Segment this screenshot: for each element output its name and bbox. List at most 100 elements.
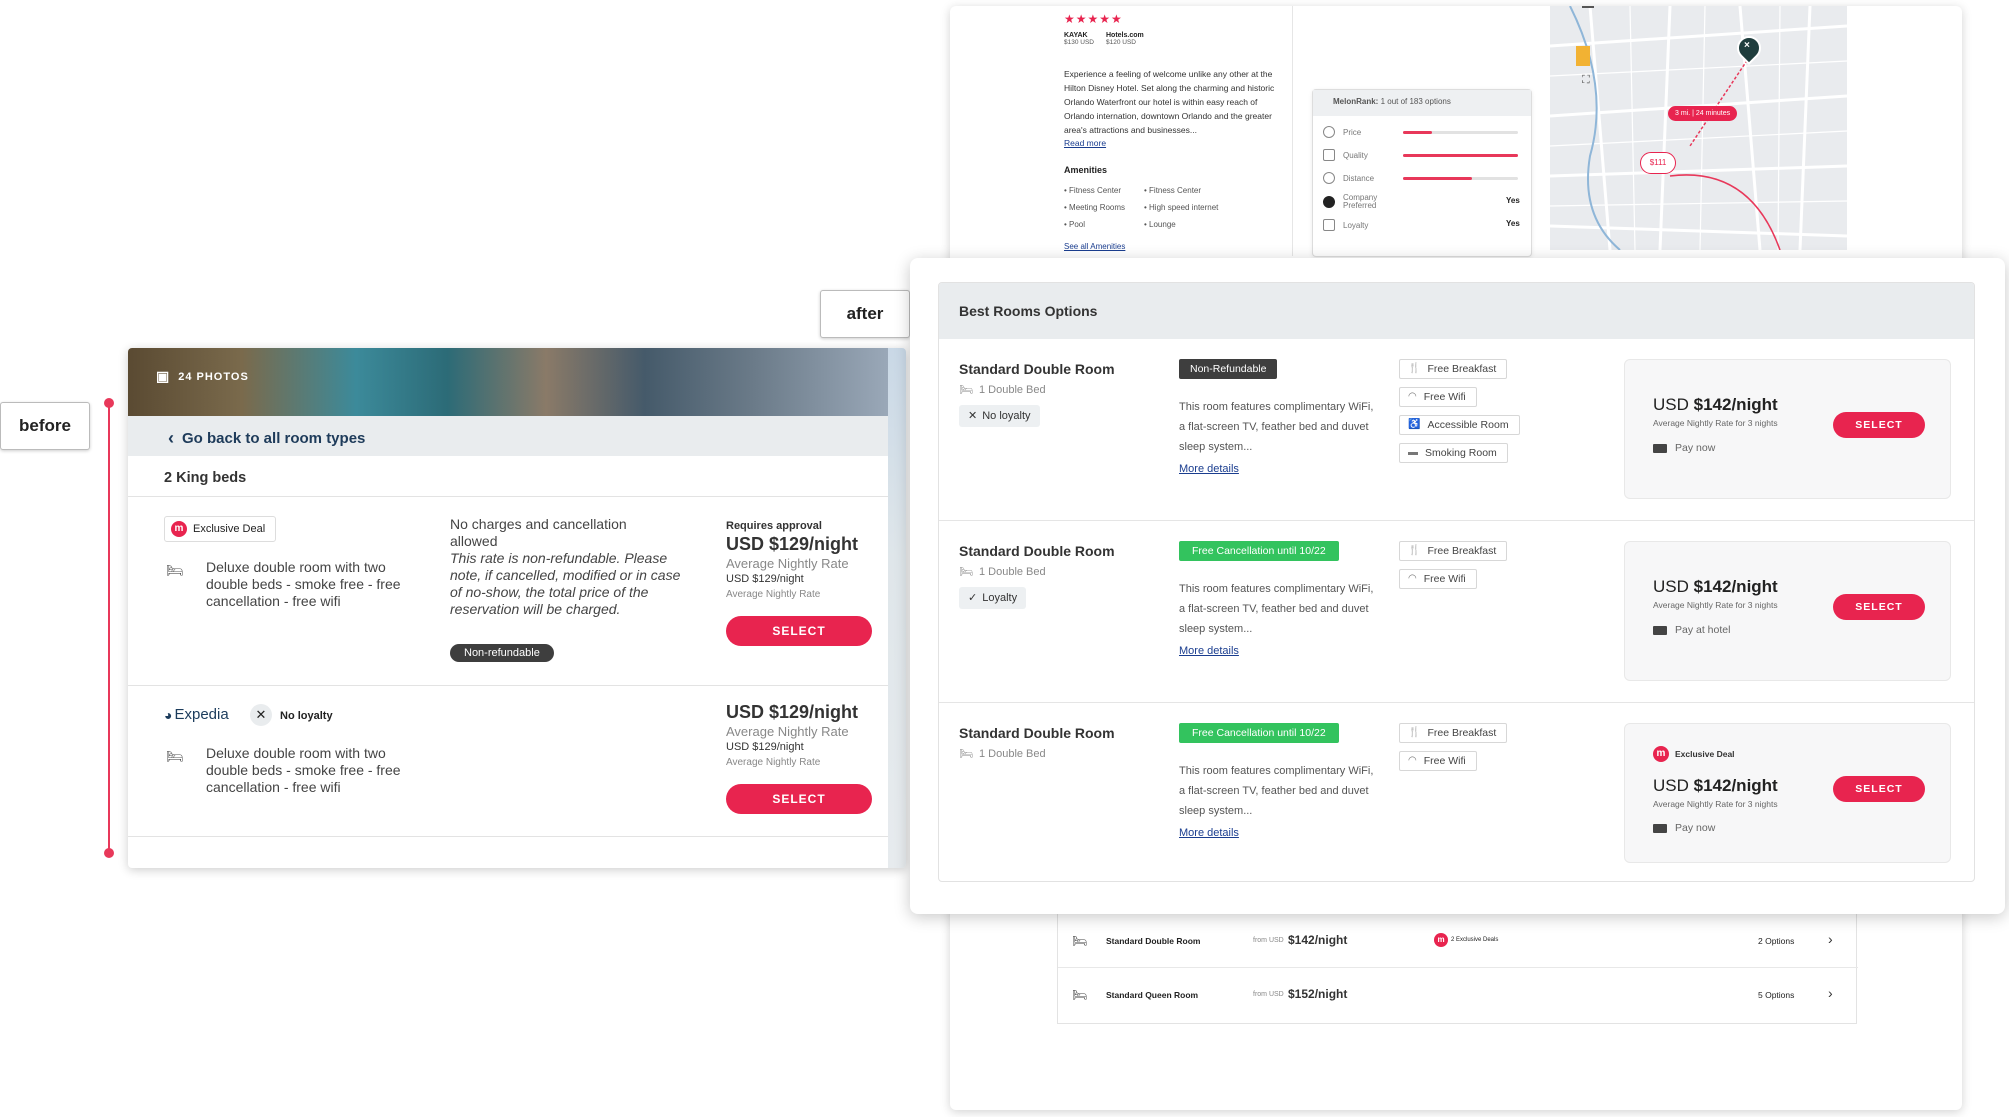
price-box: USD $142/night Average Nightly Rate for … (1624, 359, 1951, 499)
exclusive-deals-count: 2 Exclusive Deals (1451, 937, 1499, 943)
melon-logo-icon: m (1653, 746, 1669, 762)
exclusive-deal-badge: m Exclusive Deal (1653, 746, 1735, 762)
amenities-title: Amenities (1064, 165, 1108, 175)
from-label: from USD (1253, 937, 1284, 944)
price-source-kayak: KAYAK $130 USD (1064, 32, 1094, 46)
hotel-description: Experience a feeling of welcome unlike a… (1064, 69, 1275, 135)
fullscreen-icon[interactable]: ⛶ (1582, 74, 1590, 87)
loyalty-label: No loyalty (280, 710, 333, 722)
divider (128, 496, 888, 497)
melonrank-price-row: Price (1323, 126, 1361, 138)
room-type-row[interactable]: 🛏 Standard Double Room from USD $142/nig… (1058, 914, 1858, 968)
room-type-price: $142/night (1288, 933, 1348, 947)
bed-icon: 🛏 (1072, 934, 1088, 948)
map (888, 348, 906, 868)
select-button[interactable]: SELECT (1833, 594, 1925, 620)
bed-icon: 🛏 (959, 748, 973, 760)
room-option: Standard Double Room 🛏 1 Double Bed ✕ No l… (939, 339, 1974, 521)
payment-method: Pay at hotel (1653, 624, 1730, 636)
price-box: m Exclusive Deal USD $142/night Average N… (1624, 723, 1951, 863)
cancellation-policy-tag: Free Cancellation until 10/22 (1179, 541, 1339, 561)
section-title: 2 King beds (164, 470, 247, 486)
chevron-right-icon[interactable]: › (1828, 931, 1833, 947)
wifi-icon: ◠ (1408, 391, 1417, 402)
melon-logo-icon: m (1434, 933, 1448, 947)
bed-icon: 🛏 (166, 748, 184, 764)
price: USD $142/night (1653, 776, 1778, 795)
room-type-row[interactable]: 🛏 Standard Queen Room from USD $152/nigh… (1058, 968, 1858, 1022)
map[interactable]: ⛶ × 3 mi. | 24 minutes $111 (1550, 6, 1847, 250)
room-type-name: Standard Queen Room (1106, 990, 1199, 1000)
back-link[interactable]: ‹ Go back to all room types (168, 428, 365, 449)
melonrank-header: MelonRank: 1 out of 183 options (1313, 90, 1531, 116)
more-details-link[interactable]: More details (1179, 463, 1239, 475)
zoom-out-icon[interactable] (1582, 6, 1594, 8)
photos-count[interactable]: ▣ 24 PHOTOS (156, 368, 249, 385)
more-details-link[interactable]: More details (1179, 827, 1239, 839)
chevron-right-icon[interactable]: › (1828, 985, 1833, 1001)
amenity-chip: ◠ Free Wifi (1399, 751, 1477, 771)
room-description: This room features complimentary WiFi, a… (1179, 401, 1374, 453)
select-button[interactable]: SELECT (726, 616, 872, 646)
rate-label: Average Nightly Rate for 3 nights (1653, 418, 1778, 428)
wifi-icon: ◠ (1408, 573, 1417, 584)
route-label: 3 mi. | 24 minutes (1668, 106, 1738, 121)
melon-logo-icon: m (171, 521, 187, 537)
more-details-link[interactable]: More details (1179, 645, 1239, 657)
rate-label: Average Nightly Rate (726, 556, 849, 571)
room-types-list: 🛏 Standard Double Room from USD $142/nig… (1057, 914, 1858, 1024)
bed-info: 🛏 1 Double Bed (959, 565, 1046, 579)
before-label: before (0, 402, 90, 450)
star-rating: ★★★★★ (1064, 12, 1123, 26)
loyalty-badge: ✓ Loyalty (959, 587, 1027, 609)
amenity-chip: 🍴 Free Breakfast (1399, 541, 1508, 561)
price-box: USD $142/night Average Nightly Rate for … (1624, 541, 1951, 681)
see-all-amenities-link[interactable]: See all Amenities (1064, 242, 1125, 251)
hotel-icon (1653, 625, 1667, 635)
price: USD $129/night (726, 534, 859, 554)
after-label: after (820, 290, 910, 338)
price-source-hotels: Hotels.com $120 USD (1106, 32, 1144, 46)
room-type-price: $152/night (1288, 987, 1348, 1001)
bed-icon: 🛏 (959, 566, 973, 578)
timeline-dot (104, 848, 114, 858)
divider (128, 685, 888, 686)
rate-label-secondary: Average Nightly Rate (726, 589, 821, 600)
policy-note: This rate is non-refundable. Please note… (450, 550, 681, 617)
fork-knife-icon: 🍴 (1408, 727, 1421, 738)
rate-label: Average Nightly Rate (726, 724, 849, 739)
rate-label: Average Nightly Rate for 3 nights (1653, 799, 1778, 809)
star-icon (1323, 149, 1335, 161)
smoking-icon: ▬ (1408, 447, 1418, 458)
close-icon: ✕ (968, 410, 978, 422)
price-pin[interactable]: $111 (1640, 152, 1676, 174)
fork-knife-icon: 🍴 (1408, 363, 1421, 374)
credit-card-icon (1653, 443, 1667, 453)
rate-label: Average Nightly Rate for 3 nights (1653, 600, 1778, 610)
loyalty-badge: ✕ No loyalty (959, 405, 1040, 427)
amenity-item: • Fitness Center (1144, 186, 1202, 195)
before-timeline (108, 402, 110, 852)
rate-label-secondary: Average Nightly Rate (726, 757, 821, 768)
amenity-item: • Fitness Center (1064, 186, 1122, 195)
policy-title: No charges and cancellation allowed (450, 516, 627, 549)
amenity-chip: 🍴 Free Breakfast (1399, 359, 1508, 379)
company-value: Yes (1506, 196, 1520, 205)
loyalty-value: Yes (1506, 219, 1520, 228)
approval-label: Requires approval (726, 520, 822, 532)
bed-info: 🛏 1 Double Bed (959, 747, 1046, 761)
melonrank-quality-row: Quality (1323, 149, 1368, 161)
exclusive-deal-badge: m Exclusive Deal (164, 516, 277, 542)
price: USD $129/night (726, 702, 859, 722)
read-more-link[interactable]: Read more (1064, 138, 1106, 148)
select-button[interactable]: SELECT (1833, 412, 1925, 438)
room-type-name: Standard Double Room (1106, 936, 1201, 946)
melonrank-loyalty-row: Loyalty (1323, 219, 1368, 231)
divider (128, 836, 888, 837)
select-button[interactable]: SELECT (726, 784, 872, 814)
check-icon: ✓ (968, 592, 978, 604)
price: USD $142/night (1653, 577, 1778, 596)
select-button[interactable]: SELECT (1833, 776, 1925, 802)
non-refundable-tag: Non-refundable (450, 644, 554, 662)
image-icon: ▣ (156, 368, 171, 384)
